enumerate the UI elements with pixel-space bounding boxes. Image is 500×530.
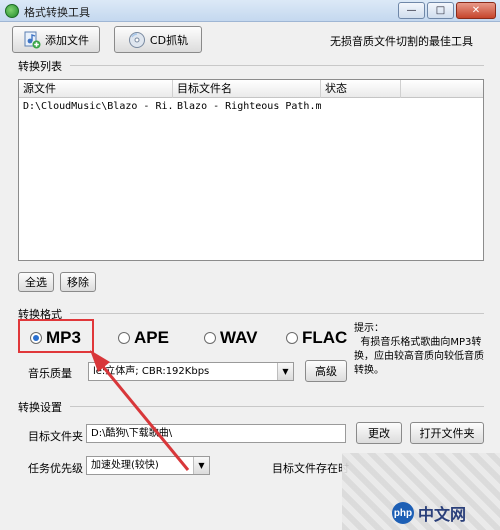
remove-button[interactable]: 移除 bbox=[60, 272, 96, 292]
flac-label: FLAC bbox=[302, 328, 348, 347]
select-all-button[interactable]: 全选 bbox=[18, 272, 54, 292]
settings-group-label: 转换设置 bbox=[18, 401, 62, 414]
cd-rip-button[interactable]: CD抓轨 bbox=[114, 26, 202, 53]
format-tip: 提示： 有损音乐格式歌曲向MP3转换，应由较高音质向较低音质转换。 bbox=[354, 323, 484, 376]
add-file-icon bbox=[24, 31, 41, 48]
flac-radio[interactable] bbox=[286, 332, 298, 344]
row-source: D:\CloudMusic\Blazo - Ri... bbox=[23, 101, 173, 112]
ape-label: APE bbox=[134, 328, 169, 347]
add-file-label: 添加文件 bbox=[45, 33, 89, 47]
target-exists-label: 目标文件存在时 bbox=[272, 462, 349, 475]
format-group-divider bbox=[70, 313, 484, 314]
file-list[interactable]: 源文件 目标文件名 状态 D:\CloudMusic\Blazo - Ri...… bbox=[18, 79, 484, 261]
list-group-divider bbox=[70, 65, 484, 66]
column-source[interactable]: 源文件 bbox=[19, 80, 173, 98]
app-icon bbox=[5, 4, 19, 18]
row-status bbox=[321, 99, 401, 115]
close-button[interactable]: ✕ bbox=[456, 2, 496, 19]
watermark-logo: php bbox=[392, 502, 414, 524]
file-list-header: 源文件 目标文件名 状态 bbox=[19, 80, 483, 98]
cd-icon bbox=[128, 31, 145, 48]
chevron-down-icon: ▼ bbox=[193, 457, 209, 474]
mp3-highlight-box bbox=[18, 319, 94, 353]
target-folder-input[interactable]: D:\酷狗\下载歌曲\ bbox=[86, 424, 346, 443]
chevron-down-icon: ▼ bbox=[277, 363, 293, 380]
maximize-button[interactable]: □ bbox=[427, 2, 454, 19]
cd-rip-label: CD抓轨 bbox=[149, 33, 189, 47]
slogan-text: 无损音质文件切割的最佳工具 bbox=[330, 35, 473, 48]
target-folder-label: 目标文件夹 bbox=[28, 430, 83, 443]
quality-select[interactable]: le:立体声; CBR:192Kbps ▼ bbox=[88, 362, 294, 381]
advanced-button[interactable]: 高级 bbox=[305, 360, 347, 382]
quality-value: le:立体声; CBR:192Kbps bbox=[93, 366, 210, 377]
column-status[interactable]: 状态 bbox=[321, 80, 401, 98]
column-target[interactable]: 目标文件名 bbox=[173, 80, 321, 98]
priority-label: 任务优先级 bbox=[28, 462, 83, 475]
ape-radio[interactable] bbox=[118, 332, 130, 344]
open-folder-button[interactable]: 打开文件夹 bbox=[410, 422, 484, 444]
minimize-button[interactable]: — bbox=[398, 2, 425, 19]
priority-select[interactable]: 加速处理(较快) ▼ bbox=[86, 456, 210, 475]
watermark: php 中文网 bbox=[392, 500, 490, 526]
settings-group-divider bbox=[70, 406, 484, 407]
wav-radio[interactable] bbox=[204, 332, 216, 344]
table-row[interactable]: D:\CloudMusic\Blazo - Ri... Blazo - Righ… bbox=[19, 99, 483, 115]
format-ape-option[interactable]: APE bbox=[118, 328, 169, 348]
window-title: 格式转换工具 bbox=[24, 6, 90, 19]
wav-label: WAV bbox=[220, 328, 258, 347]
row-target: Blazo - Righteous Path.mp3 bbox=[177, 101, 321, 112]
priority-value: 加速处理(较快) bbox=[91, 460, 159, 471]
change-folder-button[interactable]: 更改 bbox=[356, 422, 402, 444]
title-bar: 格式转换工具 — □ ✕ bbox=[0, 0, 500, 22]
format-wav-option[interactable]: WAV bbox=[204, 328, 257, 348]
list-group-label: 转换列表 bbox=[18, 60, 62, 73]
quality-label: 音乐质量 bbox=[28, 367, 72, 380]
format-flac-option[interactable]: FLAC bbox=[286, 328, 347, 348]
add-file-button[interactable]: 添加文件 bbox=[12, 26, 100, 53]
watermark-text: 中文网 bbox=[418, 505, 467, 524]
